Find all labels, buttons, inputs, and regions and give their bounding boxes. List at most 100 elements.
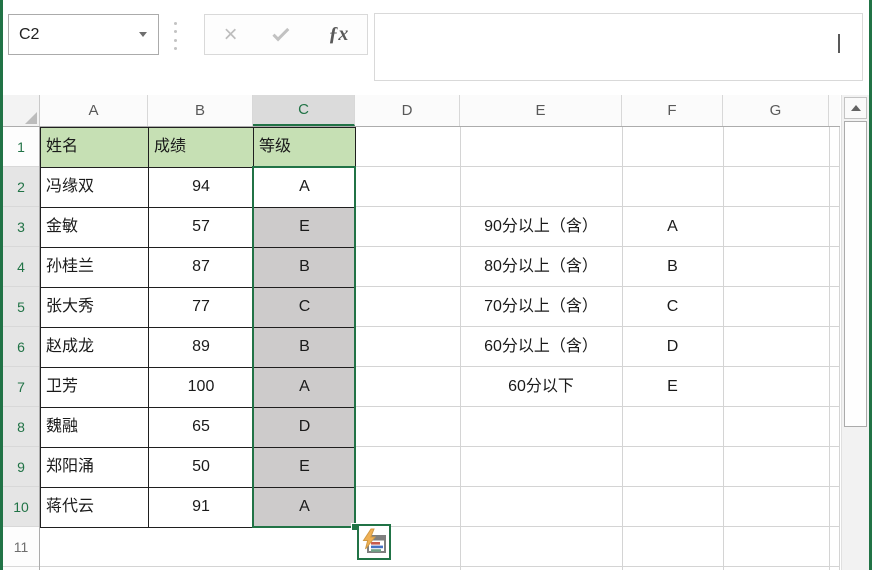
cell-score[interactable]: 89 [149, 328, 254, 368]
cell-grade[interactable]: E [254, 208, 356, 248]
select-all-triangle-icon [25, 112, 37, 124]
cell-name[interactable]: 孙桂兰 [41, 248, 149, 288]
legend-label-cell[interactable]: 70分以上（含） [460, 287, 622, 327]
table-row: 卫芳 100 A [41, 368, 356, 408]
legend-grade-cell[interactable]: E [622, 367, 723, 407]
name-box-value: C2 [19, 26, 40, 43]
cell-grade[interactable]: E [254, 448, 356, 488]
cell-grade[interactable]: B [254, 328, 356, 368]
vertical-scrollbar-thumb[interactable] [844, 121, 867, 427]
row-header-10[interactable]: 10 [3, 487, 39, 527]
cell-name[interactable]: 魏融 [41, 408, 149, 448]
row-header-7[interactable]: 7 [3, 367, 39, 407]
column-header-D[interactable]: D [355, 95, 460, 126]
legend-row: 60分以下 E [460, 367, 723, 407]
legend-label-cell[interactable]: 60分以下 [460, 367, 622, 407]
cell-score[interactable]: 57 [149, 208, 254, 248]
cell-name[interactable]: 卫芳 [41, 368, 149, 408]
cell-score[interactable]: 50 [149, 448, 254, 488]
table-header-row: 姓名 成绩 等级 [41, 128, 356, 168]
column-header-strip: A B C D E F G [3, 95, 840, 127]
column-header-A[interactable]: A [40, 95, 148, 126]
select-all-corner[interactable] [3, 95, 40, 126]
scroll-up-button[interactable] [844, 97, 867, 119]
row-header-4[interactable]: 4 [3, 247, 39, 287]
legend-row: 90分以上（含） A [460, 207, 723, 247]
legend-grade-cell[interactable]: D [622, 327, 723, 367]
legend-label-cell[interactable]: 80分以上（含） [460, 247, 622, 287]
row-header-5[interactable]: 5 [3, 287, 39, 327]
collapse-formula-bar-icon[interactable] [838, 30, 852, 53]
table-row: 魏融 65 D [41, 408, 356, 448]
legend-grade-cell[interactable]: C [622, 287, 723, 327]
legend-row: 80分以上（含） B [460, 247, 723, 287]
column-header-B[interactable]: B [148, 95, 253, 126]
legend-row: 60分以上（含） D [460, 327, 723, 367]
row-header-2[interactable]: 2 [3, 167, 39, 207]
grade-legend: 90分以上（含） A 80分以上（含） B 70分以上（含） C 60分以上（含… [460, 207, 723, 407]
excel-window: C2 × ƒx =IF(B2>=90,"A",IF(B2>=80,"B",IF(… [0, 0, 872, 570]
row-header-1[interactable]: 1 [3, 127, 39, 167]
table-row: 金敏 57 E [41, 208, 356, 248]
legend-row: 70分以上（含） C [460, 287, 723, 327]
gridline [829, 127, 830, 570]
row-header-9[interactable]: 9 [3, 447, 39, 487]
legend-grade-cell[interactable]: A [622, 207, 723, 247]
cell-name[interactable]: 赵成龙 [41, 328, 149, 368]
cell-score[interactable]: 94 [149, 168, 254, 208]
legend-label-cell[interactable]: 90分以上（含） [460, 207, 622, 247]
cancel-icon[interactable]: × [224, 22, 238, 47]
legend-grade-cell[interactable]: B [622, 247, 723, 287]
name-box[interactable]: C2 [8, 14, 159, 55]
cell-grade[interactable]: A [254, 368, 356, 408]
quick-analysis-button[interactable] [357, 524, 391, 560]
table-row: 孙桂兰 87 B [41, 248, 356, 288]
formula-input[interactable]: =IF(B2>=90,"A",IF(B2>=80,"B",IF(B2>=70, … [374, 13, 863, 81]
table-row: 蒋代云 91 A [41, 488, 356, 528]
row-header-11[interactable]: 11 [3, 527, 39, 567]
cell-grade[interactable]: B [254, 248, 356, 288]
header-cell-grade[interactable]: 等级 [254, 128, 356, 168]
table-row: 冯缘双 94 A [41, 168, 356, 208]
cell-score[interactable]: 87 [149, 248, 254, 288]
cell-score[interactable]: 77 [149, 288, 254, 328]
row-header-6[interactable]: 6 [3, 327, 39, 367]
formula-bar-splitter-icon[interactable] [174, 22, 178, 50]
cell-grade[interactable]: D [254, 408, 356, 448]
header-cell-score[interactable]: 成绩 [149, 128, 254, 168]
row-header-8[interactable]: 8 [3, 407, 39, 447]
enter-icon[interactable] [272, 23, 290, 41]
scores-table: 姓名 成绩 等级 冯缘双 94 A 金敏 57 E 孙桂兰 87 B 张大秀 7… [40, 127, 356, 528]
active-cell-C2[interactable]: A [254, 168, 356, 208]
legend-label-cell[interactable]: 60分以上（含） [460, 327, 622, 367]
gridline [723, 127, 724, 570]
cell-name[interactable]: 金敏 [41, 208, 149, 248]
cell-score[interactable]: 65 [149, 408, 254, 448]
cell-name[interactable]: 郑阳涌 [41, 448, 149, 488]
table-row: 赵成龙 89 B [41, 328, 356, 368]
cell-grade[interactable]: C [254, 288, 356, 328]
row-header-strip: 1 2 3 4 5 6 7 8 9 10 11 [3, 127, 40, 570]
column-header-F[interactable]: F [622, 95, 723, 126]
cell-name[interactable]: 张大秀 [41, 288, 149, 328]
quick-analysis-icon [362, 528, 386, 553]
header-cell-name[interactable]: 姓名 [41, 128, 149, 168]
formula-line-1: =IF(B2>=90,"A",IF(B2>=80,"B",IF(B2>=70, [385, 79, 828, 80]
insert-function-icon[interactable]: ƒx [328, 23, 348, 46]
cell-grade[interactable]: A [254, 488, 356, 528]
formula-button-group: × ƒx [204, 14, 368, 55]
gridline [839, 127, 840, 570]
column-header-E[interactable]: E [460, 95, 622, 126]
column-header-partial[interactable] [829, 95, 840, 126]
table-row: 郑阳涌 50 E [41, 448, 356, 488]
column-header-G[interactable]: G [723, 95, 829, 126]
cell-score[interactable]: 91 [149, 488, 254, 528]
column-header-C[interactable]: C [253, 95, 355, 126]
table-row: 张大秀 77 C [41, 288, 356, 328]
cell-score[interactable]: 100 [149, 368, 254, 408]
name-box-dropdown-icon[interactable] [139, 32, 147, 37]
cell-name[interactable]: 蒋代云 [41, 488, 149, 528]
cell-name[interactable]: 冯缘双 [41, 168, 149, 208]
row-header-3[interactable]: 3 [3, 207, 39, 247]
scroll-up-icon [850, 105, 861, 111]
